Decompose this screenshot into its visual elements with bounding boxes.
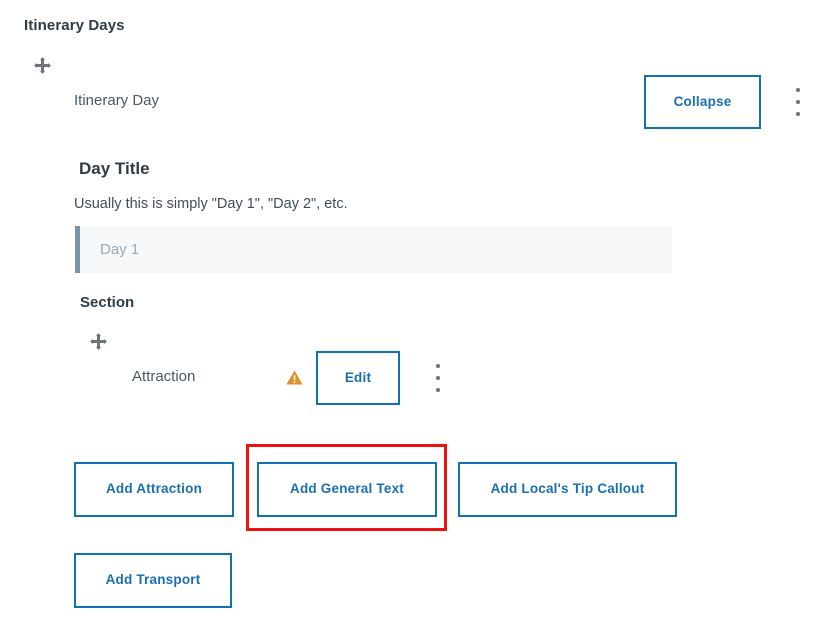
collapse-button[interactable]: Collapse <box>644 75 761 129</box>
itinerary-days-panel: Itinerary Days Itinerary Day Collapse Da… <box>0 0 837 636</box>
kebab-dot <box>436 364 440 368</box>
kebab-dot <box>796 100 800 104</box>
attraction-label: Attraction <box>132 368 196 385</box>
add-attraction-button[interactable]: Add Attraction <box>74 462 234 517</box>
kebab-dot <box>436 388 440 392</box>
add-general-text-button[interactable]: Add General Text <box>257 462 437 517</box>
add-local-tip-callout-button[interactable]: Add Local's Tip Callout <box>458 462 677 517</box>
section-heading: Section <box>80 294 135 311</box>
kebab-dot <box>436 376 440 380</box>
kebab-dot <box>796 88 800 92</box>
move-icon[interactable] <box>90 333 107 350</box>
more-vertical-icon[interactable] <box>429 364 447 392</box>
add-transport-button[interactable]: Add Transport <box>74 553 232 608</box>
day-title-heading: Day Title <box>79 159 150 178</box>
itinerary-day-label: Itinerary Day <box>74 92 160 109</box>
day-title-helper-text: Usually this is simply "Day 1", "Day 2",… <box>74 196 348 212</box>
page-title: Itinerary Days <box>24 17 125 34</box>
move-icon[interactable] <box>34 57 51 74</box>
more-vertical-icon[interactable] <box>789 88 807 116</box>
kebab-dot <box>796 112 800 116</box>
day-title-field[interactable] <box>75 226 672 273</box>
warning-triangle-icon <box>286 370 303 385</box>
edit-button[interactable]: Edit <box>316 351 400 405</box>
day-title-input[interactable] <box>80 226 672 273</box>
